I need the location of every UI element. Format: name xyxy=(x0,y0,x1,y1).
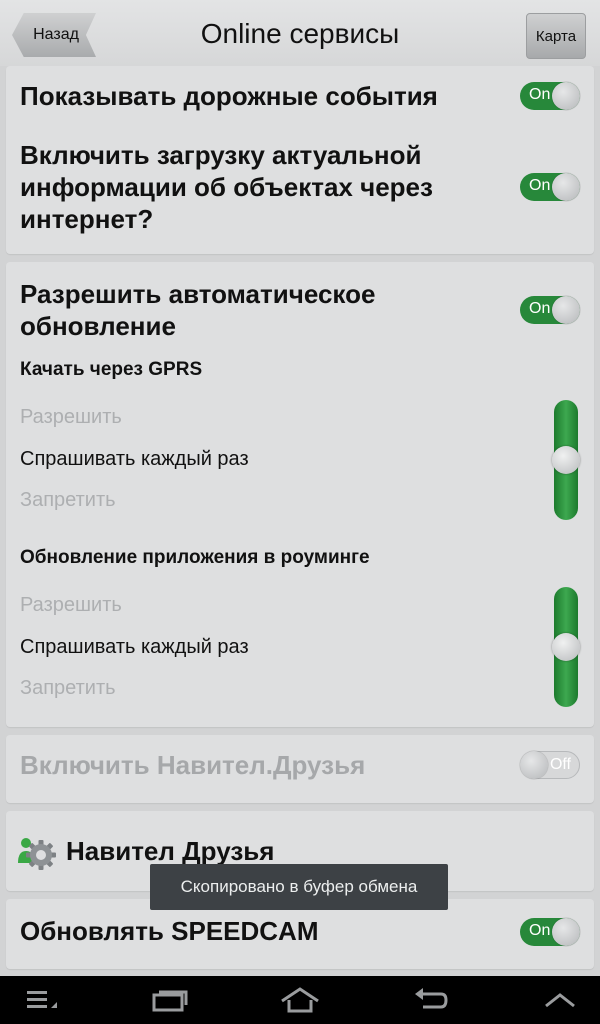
speedcam-toggle[interactable]: On xyxy=(520,918,580,946)
roaming-slider-knob[interactable] xyxy=(552,633,580,661)
toast: Скопировано в буфер обмена xyxy=(150,864,448,910)
menu-button[interactable] xyxy=(14,982,70,1018)
auto-update-line-1: Разрешить автоматическое xyxy=(20,279,376,309)
page-title: Online сервисы xyxy=(200,18,400,49)
friends-enable-label: Включить Навител.Друзья xyxy=(20,750,366,780)
up-button[interactable] xyxy=(532,982,588,1018)
system-navbar xyxy=(0,976,600,1024)
download-info-line-1: Включить загрузку актуальной xyxy=(20,140,422,170)
card-friends-enable: Включить Навител.Друзья Off xyxy=(6,735,594,803)
roaming-option-allow[interactable]: Разрешить xyxy=(20,594,122,617)
toggle-knob xyxy=(552,296,580,324)
card-traffic-and-info: Показывать дорожные события On Включить … xyxy=(6,66,594,254)
toggle-knob xyxy=(552,918,580,946)
roaming-label: Обновление приложения в роуминге xyxy=(20,547,370,568)
traffic-events-toggle[interactable]: On xyxy=(520,82,580,110)
roaming-option-ask[interactable]: Спрашивать каждый раз xyxy=(20,636,249,659)
friends-gear-icon xyxy=(18,838,56,870)
toggle-state-label: On xyxy=(529,86,551,103)
back-button[interactable]: Назад xyxy=(12,13,96,57)
roaming-option-deny[interactable]: Запретить xyxy=(20,677,116,700)
toggle-state-label: Off xyxy=(549,756,571,773)
map-button[interactable]: Карта xyxy=(526,13,586,59)
toggle-state-label: On xyxy=(529,300,551,317)
gprs-option-ask[interactable]: Спрашивать каждый раз xyxy=(20,448,249,471)
friends-label: Навител Друзья xyxy=(66,836,275,866)
map-button-label: Карта xyxy=(535,27,577,45)
gprs-option-deny[interactable]: Запретить xyxy=(20,489,116,512)
download-info-label: Включить загрузку актуальной информации … xyxy=(20,139,433,235)
speedcam-label: Обновлять SPEEDCAM xyxy=(20,916,319,946)
auto-update-label: Разрешить автоматическое обновление xyxy=(20,278,375,342)
back-button-label: Назад xyxy=(33,26,79,43)
back-nav-button[interactable] xyxy=(402,982,458,1018)
toggle-knob xyxy=(552,82,580,110)
toggle-state-label: On xyxy=(529,177,551,194)
auto-update-toggle[interactable]: On xyxy=(520,296,580,324)
toast-message: Скопировано в буфер обмена xyxy=(180,877,418,896)
gprs-slider-knob[interactable] xyxy=(552,446,580,474)
gprs-slider[interactable] xyxy=(552,400,580,520)
header: Назад Online сервисы Карта xyxy=(0,0,600,66)
home-icon xyxy=(281,987,319,1013)
auto-update-line-2: обновление xyxy=(20,311,176,341)
recent-apps-button[interactable] xyxy=(142,982,198,1018)
toggle-state-label: On xyxy=(529,922,551,939)
card-auto-update: Разрешить автоматическое обновление On К… xyxy=(6,262,594,727)
toggle-knob xyxy=(552,173,580,201)
download-info-line-2: информации об объектах через xyxy=(20,172,433,202)
up-icon xyxy=(545,993,575,1008)
friends-enable-toggle[interactable]: Off xyxy=(520,751,580,779)
recent-apps-icon xyxy=(152,990,188,1012)
home-button[interactable] xyxy=(272,982,328,1018)
download-info-line-3: интернет? xyxy=(20,204,154,234)
download-info-toggle[interactable]: On xyxy=(520,173,580,201)
traffic-events-label: Показывать дорожные события xyxy=(20,81,438,111)
gprs-option-allow[interactable]: Разрешить xyxy=(20,406,122,429)
toggle-knob xyxy=(520,751,548,779)
menu-icon xyxy=(27,991,57,1008)
gprs-label: Качать через GPRS xyxy=(20,359,203,380)
roaming-slider[interactable] xyxy=(552,587,580,707)
back-icon xyxy=(415,988,448,1009)
